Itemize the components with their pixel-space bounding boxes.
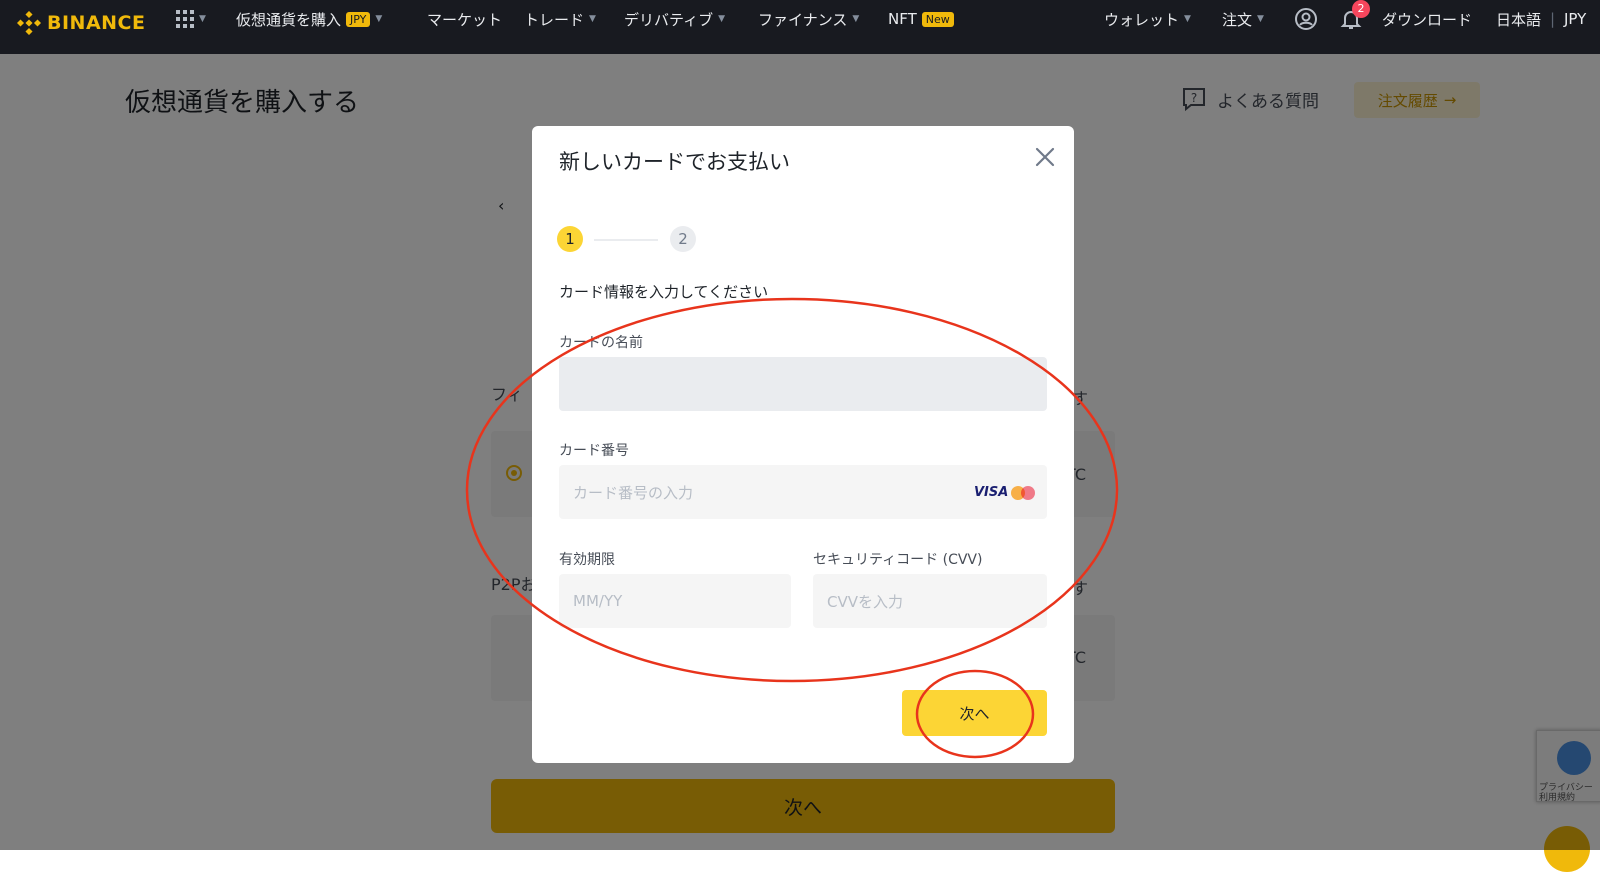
chevron-down-icon: ▼ xyxy=(1184,14,1191,24)
cvv-label: セキュリティコード (CVV) xyxy=(813,552,983,568)
nav-markets-label: マーケット xyxy=(427,10,503,29)
nav-trade-label: トレード xyxy=(524,10,585,29)
mastercard-icon xyxy=(1011,486,1035,500)
expiry-label: 有効期限 xyxy=(559,552,615,568)
nav-finance-label: ファイナンス xyxy=(758,10,848,29)
nav-wallet-label: ウォレット xyxy=(1104,10,1180,29)
step-indicator-1: 1 xyxy=(557,226,583,252)
jpy-badge: JPY xyxy=(346,11,371,27)
nav-currency[interactable]: JPY xyxy=(1564,8,1586,30)
expiry-input[interactable]: MM/YY xyxy=(559,574,791,628)
nav-derivatives-label: デリバティブ xyxy=(624,10,714,29)
nav-finance[interactable]: ファイナンス ▼ xyxy=(758,8,859,30)
nav-nft[interactable]: NFT New xyxy=(888,8,954,30)
chevron-down-icon: ▼ xyxy=(852,14,860,24)
card-name-input[interactable] xyxy=(559,357,1047,411)
chevron-down-icon: ▼ xyxy=(375,14,383,24)
new-badge: New xyxy=(921,11,954,27)
apps-menu[interactable]: ▼ xyxy=(176,8,206,30)
user-icon xyxy=(1295,8,1317,30)
nav-download[interactable]: ダウンロード xyxy=(1382,8,1472,30)
nav-trade[interactable]: トレード ▼ xyxy=(524,8,596,30)
notification-count-badge: 2 xyxy=(1352,0,1370,18)
chevron-down-icon: ▼ xyxy=(718,14,726,24)
chevron-down-icon: ▼ xyxy=(199,14,206,24)
binance-logo-icon xyxy=(17,11,41,35)
nav-derivatives[interactable]: デリバティブ ▼ xyxy=(624,8,725,30)
nav-wallet[interactable]: ウォレット ▼ xyxy=(1104,8,1191,30)
nav-language-label: 日本語 xyxy=(1496,10,1542,29)
close-button[interactable] xyxy=(1032,144,1058,170)
visa-logo: VISA xyxy=(974,485,1009,500)
cvv-input[interactable]: CVVを入力 xyxy=(813,574,1047,628)
nav-buy-crypto-label: 仮想通貨を購入 xyxy=(236,10,342,29)
grid-icon xyxy=(176,10,194,28)
instructions-text: カード情報を入力してください xyxy=(559,283,769,301)
nav-currency-label: JPY xyxy=(1564,10,1587,28)
chevron-down-icon: ▼ xyxy=(589,14,596,24)
nav-separator: | xyxy=(1550,8,1555,30)
modal-title: 新しいカードでお支払い xyxy=(559,150,790,174)
nav-orders-label: 注文 xyxy=(1222,10,1253,29)
separator: | xyxy=(1550,10,1556,28)
top-navigation-bar: BINANCE ▼ 仮想通貨を購入 JPY ▼ マーケット トレード ▼ デリバ… xyxy=(0,0,1600,54)
close-icon xyxy=(1035,147,1055,167)
brand-name: BINANCE xyxy=(47,12,146,34)
card-number-label: カード番号 xyxy=(559,443,629,459)
step-indicator-2: 2 xyxy=(670,226,696,252)
binance-logo[interactable]: BINANCE xyxy=(17,8,145,38)
nav-markets[interactable]: マーケット xyxy=(427,8,502,30)
nav-buy-crypto[interactable]: 仮想通貨を購入 JPY ▼ xyxy=(236,8,382,30)
nav-language[interactable]: 日本語 xyxy=(1496,8,1541,30)
add-card-modal: 新しいカードでお支払い 1 2 カード情報を入力してください カードの名前 カー… xyxy=(532,126,1074,763)
nav-download-label: ダウンロード xyxy=(1382,10,1473,29)
user-account-button[interactable] xyxy=(1294,8,1318,30)
card-name-label: カードの名前 xyxy=(559,335,643,351)
step-connector xyxy=(594,239,658,241)
modal-next-button[interactable]: 次へ xyxy=(902,690,1047,736)
nav-nft-label: NFT xyxy=(888,10,917,28)
nav-orders[interactable]: 注文 ▼ xyxy=(1222,8,1264,30)
chevron-down-icon: ▼ xyxy=(1257,14,1264,24)
